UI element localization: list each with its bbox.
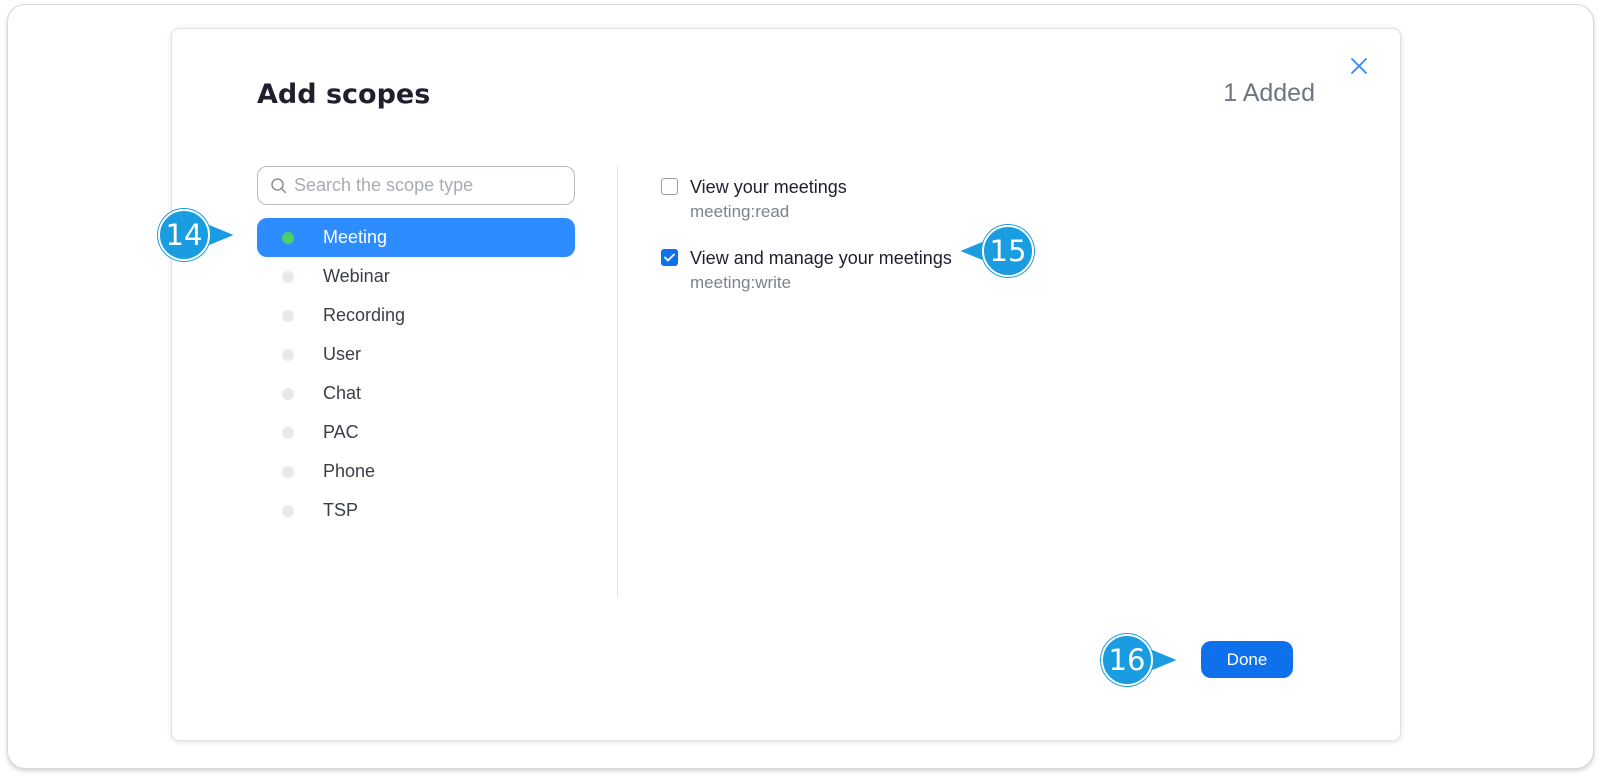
scope-item-label: Chat	[323, 383, 362, 403]
status-dot	[282, 231, 294, 244]
search-placeholder: Search the scope type	[294, 175, 474, 195]
done-button[interactable]: Done	[1201, 641, 1293, 678]
column-divider	[617, 166, 618, 598]
permission-title: View and manage your meetings	[690, 248, 952, 268]
callout-14: 14	[158, 207, 238, 263]
status-dot	[282, 504, 294, 517]
callout-badge: 14	[158, 209, 210, 261]
close-button[interactable]	[1347, 54, 1371, 78]
dialog-title: Add scopes	[257, 79, 431, 110]
scope-item-chat[interactable]: Chat	[257, 374, 575, 413]
callout-15: 15	[956, 223, 1036, 279]
add-scopes-dialog: Add scopes 1 Added Search the scope type…	[171, 28, 1401, 741]
scope-item-user[interactable]: User	[257, 335, 575, 374]
scope-item-label: Phone	[323, 461, 376, 481]
permission-item: View and manage your meetings meeting:wr…	[661, 246, 952, 295]
status-dot	[282, 309, 294, 322]
scope-item-pac[interactable]: PAC	[257, 413, 575, 452]
permission-checkbox[interactable]	[661, 178, 678, 195]
permission-title: View your meetings	[690, 177, 847, 197]
callout-badge: 15	[982, 225, 1034, 277]
permission-list: View your meetings meeting:read View and…	[661, 175, 952, 317]
scope-item-label: PAC	[323, 422, 359, 442]
scope-type-list: Meeting Webinar Recording User Chat PAC …	[257, 218, 575, 530]
scope-item-label: User	[323, 344, 362, 364]
scope-item-label: TSP	[323, 500, 359, 520]
check-icon	[664, 253, 675, 262]
status-dot	[282, 426, 294, 439]
search-input[interactable]: Search the scope type	[257, 166, 575, 205]
scope-item-label: Meeting	[323, 227, 388, 247]
added-count: 1 Added	[1223, 79, 1315, 107]
permission-item: View your meetings meeting:read	[661, 175, 952, 224]
status-dot	[282, 270, 294, 283]
status-dot	[282, 348, 294, 361]
scope-item-phone[interactable]: Phone	[257, 452, 575, 491]
scope-item-recording[interactable]: Recording	[257, 296, 575, 335]
scope-item-label: Recording	[323, 305, 406, 325]
status-dot	[282, 387, 294, 400]
permission-checkbox[interactable]	[661, 249, 678, 266]
scope-item-tsp[interactable]: TSP	[257, 491, 575, 530]
status-dot	[282, 465, 294, 478]
search-icon	[270, 177, 288, 195]
callout-16: 16	[1101, 632, 1181, 688]
permission-code: meeting:write	[690, 273, 792, 292]
scope-item-meeting[interactable]: Meeting	[257, 218, 575, 257]
callout-badge: 16	[1101, 634, 1153, 686]
permission-code: meeting:read	[690, 202, 790, 221]
scope-item-webinar[interactable]: Webinar	[257, 257, 575, 296]
close-icon	[1351, 58, 1367, 74]
scope-item-label: Webinar	[323, 266, 390, 286]
